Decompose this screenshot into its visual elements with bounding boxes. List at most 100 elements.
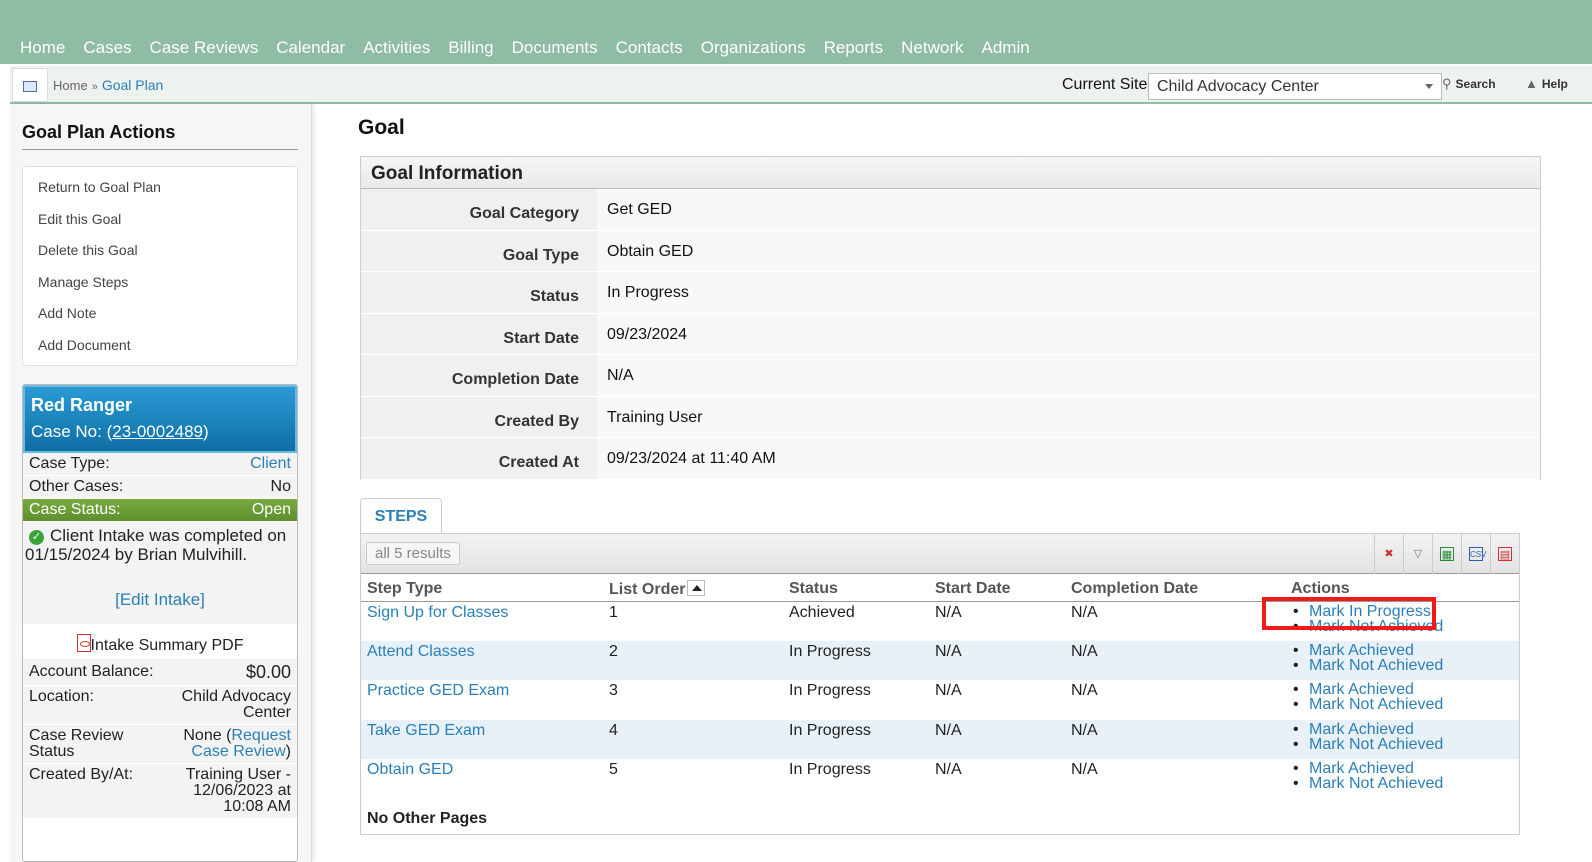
dashboard-icon <box>23 81 37 92</box>
filter-button[interactable]: ▽ <box>1403 534 1432 574</box>
table-row: Attend Classes 2 In Progress N/A N/A Mar… <box>361 640 1519 680</box>
mark-not-achieved-link[interactable]: Mark Not Achieved <box>1309 736 1443 753</box>
nav-home[interactable]: Home <box>20 38 65 58</box>
clear-filter-button[interactable]: ✖ <box>1374 534 1403 574</box>
nav-reports[interactable]: Reports <box>824 38 884 58</box>
location-label: Location: <box>29 688 94 705</box>
goal-information-title: Goal Information <box>361 157 1540 189</box>
case-review-close: ) <box>285 743 291 760</box>
csv-export-button[interactable]: CSV <box>1461 534 1490 574</box>
help-label: Help <box>1541 76 1568 91</box>
status-cell: In Progress <box>789 682 871 699</box>
goal-field-value: 09/23/2024 at 11:40 AM <box>597 438 1540 479</box>
action-return-to-goal-plan[interactable]: Return to Goal Plan <box>23 177 297 209</box>
mark-not-achieved-link[interactable]: Mark Not Achieved <box>1309 657 1443 674</box>
step-type-link[interactable]: Obtain GED <box>367 761 453 778</box>
action-edit-goal[interactable]: Edit this Goal <box>23 209 297 241</box>
nav-network[interactable]: Network <box>901 38 963 58</box>
action-add-note[interactable]: Add Note <box>23 303 297 335</box>
pdf-export-button[interactable]: ▤ <box>1490 534 1519 574</box>
chevron-down-icon <box>1425 84 1433 89</box>
help-button[interactable]: ▲ Help <box>1525 76 1568 91</box>
dashboard-button[interactable] <box>12 68 48 102</box>
col-list-order[interactable]: List Order <box>603 574 783 602</box>
col-step-type[interactable]: Step Type <box>361 574 603 602</box>
case-review-value: None (Request Case Review) <box>166 728 291 760</box>
status-cell: Achieved <box>789 603 855 621</box>
list-order-cell: 2 <box>603 640 783 680</box>
breadcrumb-home[interactable]: Home <box>53 78 88 93</box>
goal-field-row: Completion Date N/A <box>361 355 1540 397</box>
excel-export-button[interactable]: ▦ <box>1432 534 1461 574</box>
case-status-value: Open <box>251 501 291 518</box>
completion-date-cell: N/A <box>1071 761 1098 778</box>
step-type-link[interactable]: Practice GED Exam <box>367 682 509 699</box>
page-title: Goal <box>358 116 405 139</box>
clear-filter-icon: ✖ <box>1384 548 1394 560</box>
mark-not-achieved-link[interactable]: Mark Not Achieved <box>1309 696 1443 713</box>
completion-date-cell: N/A <box>1065 640 1285 680</box>
search-icon: ⚲ <box>1442 76 1452 91</box>
nav-admin[interactable]: Admin <box>982 38 1030 58</box>
goal-plan-actions: Return to Goal Plan Edit this Goal Delet… <box>22 166 298 366</box>
current-site-label: Current Site <box>1062 76 1148 93</box>
start-date-cell: N/A <box>935 682 962 699</box>
case-summary-panel: Red Ranger Case No: (23-0002489) Case Ty… <box>22 384 298 862</box>
step-type-link[interactable]: Attend Classes <box>367 643 475 660</box>
sort-ascending-icon[interactable] <box>687 579 706 596</box>
completion-date-cell: N/A <box>1071 682 1098 699</box>
table-row: Obtain GED 5 In Progress N/A N/A Mark Ac… <box>361 759 1519 799</box>
current-site-value: Child Advocacy Center <box>1157 78 1319 95</box>
action-manage-steps[interactable]: Manage Steps <box>23 272 297 304</box>
main-menu: Home Cases Case Reviews Calendar Activit… <box>20 38 1048 58</box>
search-button[interactable]: ⚲ Search <box>1442 76 1496 92</box>
edit-intake-row: [Edit Intake] <box>23 568 297 624</box>
nav-contacts[interactable]: Contacts <box>616 38 683 58</box>
table-row: Practice GED Exam 3 In Progress N/A N/A … <box>361 680 1519 720</box>
intake-pdf-label[interactable]: Intake Summary PDF <box>91 637 244 654</box>
action-add-document[interactable]: Add Document <box>23 335 297 367</box>
goal-field-value: 09/23/2024 <box>597 313 1540 354</box>
action-delete-goal[interactable]: Delete this Goal <box>23 240 297 272</box>
filter-icon: ▽ <box>1413 548 1423 560</box>
goal-field-label: Completion Date <box>361 355 597 396</box>
nav-cases[interactable]: Cases <box>83 38 131 58</box>
mark-not-achieved-link[interactable]: Mark Not Achieved <box>1309 775 1443 792</box>
case-header: Red Ranger Case No: (23-0002489) <box>23 385 297 453</box>
case-review-row: Case Review Status None (Request Case Rev… <box>23 725 297 764</box>
case-status-row: Case Status: Open <box>23 499 297 522</box>
col-completion-date[interactable]: Completion Date <box>1065 574 1285 602</box>
goal-field-label: Status <box>361 272 597 313</box>
breadcrumb-current[interactable]: Goal Plan <box>102 77 163 93</box>
goal-field-value: N/A <box>597 355 1540 396</box>
grid-toolbar: all 5 results ✖ ▽ ▦ CSV ▤ <box>361 534 1519 574</box>
nav-organizations[interactable]: Organizations <box>701 38 806 58</box>
edit-intake-link[interactable]: [Edit Intake] <box>115 590 205 609</box>
start-date-cell: N/A <box>935 603 962 621</box>
top-navigation: Home Cases Case Reviews Calendar Activit… <box>0 0 1592 64</box>
case-status-label: Case Status: <box>29 501 121 518</box>
nav-billing[interactable]: Billing <box>448 38 493 58</box>
results-count[interactable]: all 5 results <box>366 542 460 565</box>
nav-documents[interactable]: Documents <box>512 38 598 58</box>
goal-field-row: Status In Progress <box>361 272 1540 314</box>
tab-steps[interactable]: STEPS <box>360 498 442 534</box>
case-number-link[interactable]: 23-0002489 <box>112 422 203 441</box>
col-list-order-label: List Order <box>609 580 686 598</box>
case-type-link[interactable]: Client <box>250 455 291 473</box>
col-start-date[interactable]: Start Date <box>929 574 1065 602</box>
step-type-link[interactable]: Take GED Exam <box>367 722 485 739</box>
completion-date-cell: N/A <box>1071 603 1098 621</box>
nav-case-reviews[interactable]: Case Reviews <box>150 38 259 58</box>
list-order-cell: 1 <box>609 603 618 621</box>
goal-field-value: Training User <box>597 396 1540 437</box>
status-cell: In Progress <box>783 640 929 680</box>
nav-calendar[interactable]: Calendar <box>276 38 345 58</box>
case-review-label: Case Review Status <box>29 727 124 760</box>
goal-field-label: Goal Type <box>361 230 597 271</box>
step-type-link[interactable]: Sign Up for Classes <box>367 604 508 621</box>
current-site-select[interactable]: Child Advocacy Center <box>1148 73 1442 100</box>
nav-activities[interactable]: Activities <box>363 38 430 58</box>
intake-pdf-row[interactable]: Intake Summary PDF <box>23 624 297 659</box>
col-status[interactable]: Status <box>783 574 929 602</box>
